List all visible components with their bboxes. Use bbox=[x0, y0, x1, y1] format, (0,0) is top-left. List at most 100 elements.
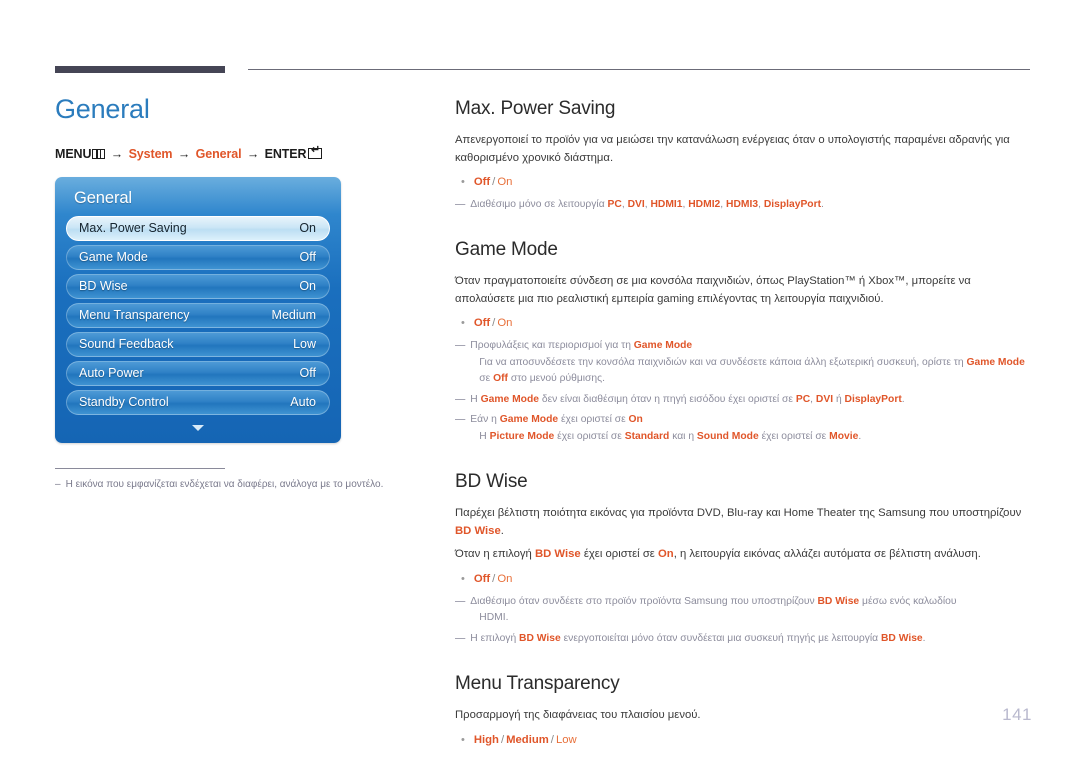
left-column: General MENU → System → General → ENTER … bbox=[55, 94, 425, 443]
par2-post: , η λειτουργία εικόνας αλλάζει αυτόματα … bbox=[673, 548, 981, 561]
options-list: High / Medium / Low bbox=[474, 732, 577, 749]
note-post: . bbox=[821, 198, 824, 210]
par2-pre: Όταν η επιλογή bbox=[455, 548, 535, 561]
section-paragraph: Όταν πραγματοποιείτε σύνδεση σε μια κονσ… bbox=[455, 275, 971, 305]
term-dvi: DVI bbox=[815, 393, 834, 405]
option-on: On bbox=[497, 176, 513, 188]
options-bullet: • High / Medium / Low bbox=[461, 732, 1033, 749]
note-post: μέσω ενός καλωδίου bbox=[859, 595, 957, 607]
term-displayport: DisplayPort bbox=[844, 393, 902, 405]
footnote-divider bbox=[55, 468, 225, 469]
note-pre: Η bbox=[470, 393, 481, 405]
note-unavailable-sources: — Η Game Mode δεν είναι διαθέσιμη όταν η… bbox=[455, 392, 1033, 408]
osd-row-sound-feedback[interactable]: Sound Feedback Low bbox=[66, 331, 330, 357]
term-game-mode: Game Mode bbox=[633, 340, 693, 352]
par1-post: . bbox=[500, 524, 504, 537]
options-list: Off / On bbox=[474, 174, 513, 191]
note-precautions: — Προφυλάξεις και περιορισμοί για τη Gam… bbox=[455, 338, 1033, 387]
note-availability: — Διαθέσιμο μόνο σε λειτουργία PC, DVI, … bbox=[455, 197, 1033, 213]
section-paragraph: Προσαρμογή της διαφάνειας του πλαισίου μ… bbox=[455, 709, 701, 721]
option-on: On bbox=[497, 572, 513, 585]
osd-menu-panel: General Max. Power Saving On Game Mode O… bbox=[55, 176, 341, 443]
subline-mid: σε bbox=[479, 373, 494, 385]
note-dash: — bbox=[455, 198, 465, 210]
osd-row-label: Menu Transparency bbox=[79, 308, 190, 323]
osd-row-value: On bbox=[299, 279, 316, 294]
options-list: Off / On bbox=[474, 571, 513, 588]
osd-panel-title: General bbox=[74, 188, 133, 207]
menu-keypad-icon bbox=[92, 148, 106, 159]
note-dash: — bbox=[455, 632, 465, 644]
subline-m2: και η bbox=[669, 430, 697, 442]
header-rule-thick bbox=[55, 66, 225, 73]
term-on: On bbox=[657, 548, 674, 561]
term-movie: Movie bbox=[829, 430, 859, 442]
note-dash: — bbox=[455, 340, 465, 352]
osd-row-value: Auto bbox=[290, 395, 316, 410]
bullet-dot: • bbox=[461, 317, 465, 330]
term-sound-mode: Sound Mode bbox=[696, 430, 759, 442]
osd-row-value: On bbox=[299, 221, 316, 236]
breadcrumb-arrow-1: → bbox=[110, 146, 124, 161]
osd-row-game-mode[interactable]: Game Mode Off bbox=[66, 244, 330, 270]
page-title: General bbox=[55, 94, 150, 124]
osd-row-auto-power[interactable]: Auto Power Off bbox=[66, 360, 330, 386]
section-heading: Menu Transparency bbox=[455, 673, 620, 694]
subline-pre: Η bbox=[479, 430, 490, 442]
osd-row-value: Off bbox=[299, 366, 316, 381]
note-subline: Για να αποσυνδέσετε την κονσόλα παιχνιδι… bbox=[470, 355, 1033, 388]
section-paragraph-2: Όταν η επιλογή BD Wise έχει οριστεί σε O… bbox=[455, 546, 1033, 564]
note-pre: Εάν η bbox=[470, 414, 500, 426]
note-subline: HDMI. bbox=[479, 612, 509, 624]
header-rule-thin bbox=[248, 69, 1030, 70]
note-text: Η Game Mode δεν είναι διαθέσιμη όταν η π… bbox=[470, 392, 1033, 408]
options-bullet: • Off / On bbox=[461, 571, 1033, 588]
subline-post: στο μενού ρύθμισης. bbox=[507, 373, 605, 385]
breadcrumb-step-general: General bbox=[195, 146, 242, 161]
note-hdmi-cable: — Διαθέσιμο όταν συνδέετε στο προϊόν προ… bbox=[455, 594, 1033, 627]
term-on: On bbox=[628, 414, 643, 426]
osd-row-standby-control[interactable]: Standby Control Auto bbox=[66, 389, 330, 415]
term-pc: PC bbox=[607, 198, 622, 210]
note-source-device: — Η επιλογή BD Wise ενεργοποιείται μόνο … bbox=[455, 631, 1033, 647]
breadcrumb: MENU → System → General → ENTER bbox=[55, 145, 425, 161]
option-medium: Medium bbox=[506, 733, 549, 746]
osd-scroll-down[interactable] bbox=[66, 419, 330, 437]
term-bd-wise: BD Wise bbox=[534, 548, 581, 561]
note-mid: ενεργοποιείται μόνο όταν συνδέεται μια σ… bbox=[560, 632, 881, 644]
option-high: High bbox=[473, 733, 499, 746]
left-footnote: – Η εικόνα που εμφανίζεται ενδέχεται να … bbox=[55, 468, 435, 493]
note-text: Διαθέσιμο μόνο σε λειτουργία PC, DVI, HD… bbox=[470, 197, 1033, 213]
section-heading: Max. Power Saving bbox=[455, 98, 616, 119]
options-list: Off / On bbox=[474, 315, 513, 332]
section-paragraph-1: Παρέχει βέλτιστη ποιότητα εικόνας για πρ… bbox=[455, 505, 1033, 540]
note-dash: — bbox=[455, 393, 465, 405]
options-bullet: • Off / On bbox=[461, 315, 1033, 332]
breadcrumb-arrow-3: → bbox=[246, 146, 260, 161]
option-off: Off bbox=[473, 317, 491, 330]
bullet-dot: • bbox=[461, 572, 465, 585]
breadcrumb-arrow-2: → bbox=[177, 146, 191, 161]
term-game-mode: Game Mode bbox=[499, 414, 559, 426]
note-subline: Η Picture Mode έχει οριστεί σε Standard … bbox=[470, 429, 1033, 445]
bullet-dot: • bbox=[461, 176, 465, 188]
document-page: General MENU → System → General → ENTER … bbox=[0, 0, 1080, 763]
options-bullet: • Off / On bbox=[461, 174, 1033, 191]
note-text: Η επιλογή BD Wise ενεργοποιείται μόνο ότ… bbox=[470, 631, 1033, 647]
osd-row-menu-transparency[interactable]: Menu Transparency Medium bbox=[66, 302, 330, 328]
footnote-line: – Η εικόνα που εμφανίζεται ενδέχεται να … bbox=[55, 478, 435, 493]
term-hdmi3: HDMI3 bbox=[726, 198, 759, 210]
note-mid: έχει οριστεί σε bbox=[558, 414, 629, 426]
section-paragraph: Απενεργοποιεί το προϊόν για να μειώσει τ… bbox=[455, 134, 1010, 164]
note-text: Προφυλάξεις και περιορισμοί για τη Game … bbox=[470, 338, 1033, 387]
osd-row-bd-wise[interactable]: BD Wise On bbox=[66, 273, 330, 299]
page-number: 141 bbox=[1002, 705, 1032, 724]
term-game-mode: Game Mode bbox=[480, 393, 539, 405]
osd-row-max-power-saving[interactable]: Max. Power Saving On bbox=[66, 215, 330, 241]
osd-row-value: Off bbox=[299, 250, 316, 265]
term-pc: PC bbox=[795, 393, 811, 405]
note-pre: Διαθέσιμο όταν συνδέετε στο προϊόν προϊό… bbox=[470, 595, 818, 607]
section-bd-wise: BD Wise Παρέχει βέλτιστη ποιότητα εικόνα… bbox=[455, 471, 1033, 647]
breadcrumb-step-system: System bbox=[128, 146, 173, 161]
term-game-mode: Game Mode bbox=[966, 356, 1025, 368]
